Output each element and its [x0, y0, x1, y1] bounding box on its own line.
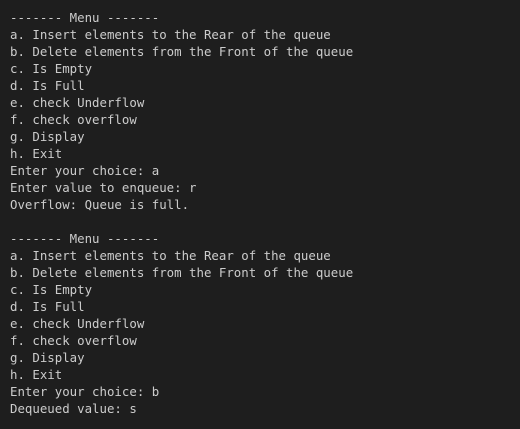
menu-option-g: g. Display	[10, 129, 85, 144]
menu-option-b: b. Delete elements from the Front of the…	[10, 265, 354, 280]
menu-option-e: e. check Underflow	[10, 95, 145, 110]
choice-prompt-2: Enter your choice: b	[10, 384, 160, 399]
menu-option-e: e. check Underflow	[10, 316, 145, 331]
menu-header-1: ------- Menu -------	[10, 10, 160, 25]
menu-option-h: h. Exit	[10, 367, 63, 382]
menu-option-f: f. check overflow	[10, 333, 137, 348]
menu-option-c: c. Is Empty	[10, 61, 93, 76]
menu-option-a: a. Insert elements to the Rear of the qu…	[10, 27, 331, 42]
menu-option-d: d. Is Full	[10, 78, 85, 93]
menu-option-g: g. Display	[10, 350, 85, 365]
overflow-message: Overflow: Queue is full.	[10, 197, 190, 212]
enqueue-prompt: Enter value to enqueue: r	[10, 180, 197, 195]
menu-option-d: d. Is Full	[10, 299, 85, 314]
menu-option-a: a. Insert elements to the Rear of the qu…	[10, 248, 331, 263]
menu-header-2: ------- Menu -------	[10, 231, 160, 246]
menu-option-c: c. Is Empty	[10, 282, 93, 297]
menu-option-b: b. Delete elements from the Front of the…	[10, 44, 354, 59]
menu-option-h: h. Exit	[10, 146, 63, 161]
dequeued-message: Dequeued value: s	[10, 401, 137, 416]
terminal-output[interactable]: ------- Menu ------- a. Insert elements …	[0, 0, 520, 429]
menu-option-f: f. check overflow	[10, 112, 137, 127]
choice-prompt-1: Enter your choice: a	[10, 163, 160, 178]
